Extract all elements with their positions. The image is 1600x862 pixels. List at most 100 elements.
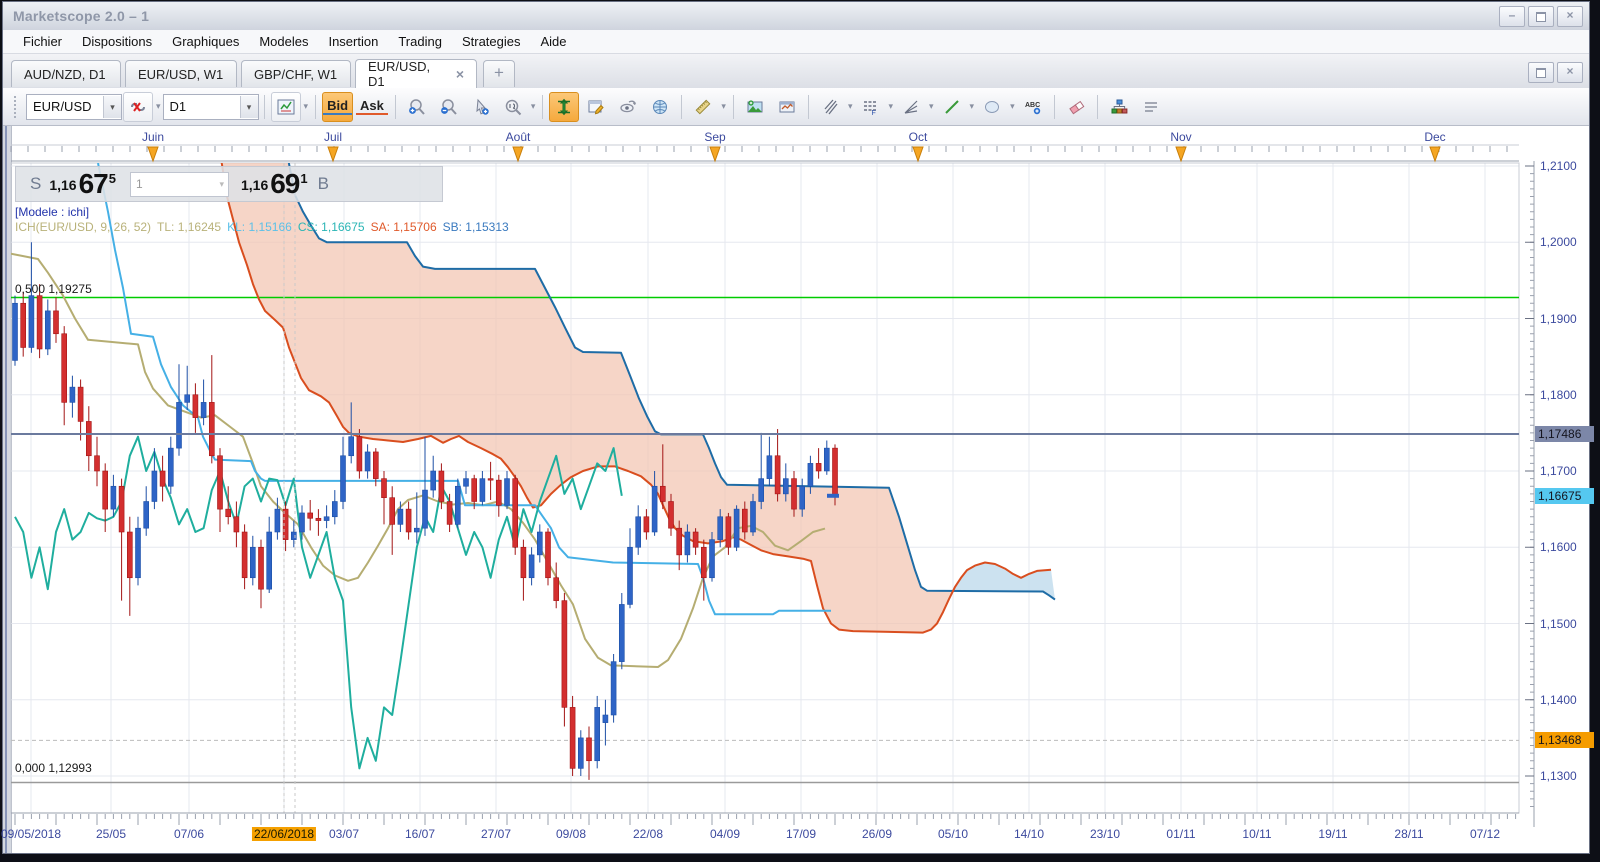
svg-text:F: F — [872, 110, 876, 116]
visibility-icon — [620, 100, 637, 112]
autoscale-icon — [558, 98, 571, 115]
restore-button[interactable] — [1528, 6, 1554, 27]
snapshot-button[interactable] — [772, 92, 802, 122]
ruler-icon — [695, 99, 711, 114]
edit-params-button[interactable] — [581, 92, 611, 122]
chart-type-caret-icon[interactable]: ▾ — [304, 101, 309, 112]
fibonacci-caret-icon[interactable]: ▾ — [888, 101, 893, 112]
restore-icon — [1536, 12, 1546, 22]
period-select[interactable]: D1 ▾ — [162, 93, 259, 120]
pitchfork-icon — [824, 99, 838, 114]
toolbar: EUR/USD ▾ ▾ D1 ▾ ▾ Bid Ask ▾ ▾ ▾ F ▾ ▾ ▾… — [3, 88, 1589, 126]
chart-region: S 1,16 67 5 1 ▾ 1,16 69 1 B [Modele : ic… — [1, 126, 1594, 853]
gann-caret-icon[interactable]: ▾ — [929, 101, 934, 112]
eraser-icon — [1068, 100, 1084, 114]
zoom-in-icon — [408, 98, 425, 115]
window-title: Marketscope 2.0 – 1 — [13, 8, 150, 24]
unlink-icon — [131, 101, 145, 112]
tab-eurusd-w1[interactable]: EUR/USD, W1 — [125, 60, 237, 87]
fibonacci-button[interactable]: F — [855, 92, 885, 122]
amount-input[interactable]: 1 ▾ — [129, 171, 229, 197]
edit-params-icon — [588, 100, 605, 114]
tab-eurusd-d1[interactable]: EUR/USD, D1 × — [355, 59, 477, 89]
menu-aide[interactable]: Aide — [531, 31, 577, 52]
trendline-caret-icon[interactable]: ▾ — [970, 101, 975, 112]
chart-restore-icon — [1536, 68, 1546, 78]
trendline-button[interactable] — [937, 92, 967, 122]
toolbar-grip[interactable] — [14, 95, 21, 118]
quote-panel[interactable]: S 1,16 67 5 1 ▾ 1,16 69 1 B — [15, 166, 443, 202]
visibility-button[interactable] — [613, 92, 643, 122]
ruler-button[interactable] — [688, 92, 718, 122]
menu-strategies[interactable]: Strategies — [452, 31, 531, 52]
autoscale-button[interactable] — [549, 91, 580, 122]
fibonacci-icon: F — [864, 100, 877, 116]
zoom-box-icon — [505, 99, 522, 115]
object-tree-icon — [1111, 99, 1127, 113]
gann-icon — [904, 100, 918, 114]
snapshot-icon — [779, 101, 795, 112]
sell-price-pip: 5 — [108, 170, 116, 186]
buy-label: B — [317, 174, 329, 193]
sell-price-main[interactable]: 67 — [79, 168, 109, 200]
eraser-button[interactable] — [1061, 92, 1091, 122]
buy-price-pip: 1 — [300, 170, 308, 186]
text-button[interactable]: ABC — [1018, 92, 1048, 122]
web-icon — [653, 99, 668, 114]
tab-audnzd-d1[interactable]: AUD/NZD, D1 — [11, 60, 121, 87]
zoom-in-button[interactable] — [402, 92, 432, 122]
chart-close-button[interactable]: × — [1557, 62, 1583, 83]
add-image-icon — [747, 99, 763, 112]
app-window: Marketscope 2.0 – 1 – × Fichier Disposit… — [1, 1, 1594, 854]
close-button[interactable]: × — [1557, 6, 1583, 27]
title-bar[interactable]: Marketscope 2.0 – 1 – × — [3, 2, 1589, 31]
ellipse-caret-icon[interactable]: ▾ — [1010, 101, 1015, 112]
chevron-down-icon[interactable]: ▾ — [219, 179, 228, 190]
unlink-caret-icon[interactable]: ▾ — [156, 101, 161, 112]
symbol-select[interactable]: EUR/USD ▾ — [26, 93, 122, 120]
chevron-down-icon[interactable]: ▾ — [103, 95, 121, 118]
trendline-icon — [944, 99, 959, 114]
tab-gbpchf-w1[interactable]: GBP/CHF, W1 — [241, 60, 351, 87]
pitchfork-button[interactable] — [815, 92, 845, 122]
new-tab-button[interactable]: + — [483, 60, 515, 87]
zoom-box-caret-icon[interactable]: ▾ — [531, 101, 536, 112]
bid-button[interactable]: Bid — [322, 91, 354, 122]
chart-type-icon — [277, 99, 295, 114]
cursor-add-icon — [476, 98, 489, 115]
layers-icon — [1144, 101, 1157, 112]
menu-dispositions[interactable]: Dispositions — [72, 31, 162, 52]
object-tree-button[interactable] — [1104, 92, 1134, 122]
chart-restore-button[interactable] — [1528, 62, 1554, 83]
add-image-button[interactable] — [740, 92, 770, 122]
sell-label: S — [30, 174, 42, 193]
chart-type-button[interactable] — [270, 91, 301, 122]
pitchfork-caret-icon[interactable]: ▾ — [848, 101, 853, 112]
gann-button[interactable] — [896, 92, 926, 122]
zoom-out-button[interactable] — [434, 92, 464, 122]
minimize-button[interactable]: – — [1499, 6, 1525, 27]
menu-fichier[interactable]: Fichier — [13, 31, 72, 52]
menu-insertion[interactable]: Insertion — [318, 31, 388, 52]
text-icon: ABC — [1025, 102, 1040, 114]
unlink-button[interactable] — [123, 91, 153, 122]
chart-plot[interactable] — [3, 126, 1589, 853]
cursor-add-button[interactable] — [466, 92, 496, 122]
layers-button[interactable] — [1136, 92, 1166, 122]
ask-button[interactable]: Ask — [355, 92, 389, 122]
tab-bar: AUD/NZD, D1 EUR/USD, W1 GBP/CHF, W1 EUR/… — [3, 54, 1589, 89]
menu-bar: Fichier Dispositions Graphiques Modeles … — [3, 30, 1589, 54]
zoom-box-button[interactable] — [498, 92, 528, 122]
ellipse-button[interactable] — [977, 92, 1007, 122]
ruler-caret-icon[interactable]: ▾ — [721, 101, 726, 112]
ellipse-icon — [985, 100, 1000, 113]
chevron-down-icon[interactable]: ▾ — [239, 95, 258, 118]
menu-trading[interactable]: Trading — [388, 31, 452, 52]
buy-price-main[interactable]: 69 — [270, 168, 300, 200]
zoom-out-icon — [440, 98, 457, 115]
menu-graphiques[interactable]: Graphiques — [162, 31, 249, 52]
sell-price-figure: 1,16 — [49, 177, 77, 193]
menu-modeles[interactable]: Modeles — [249, 31, 318, 52]
tab-close-icon[interactable]: × — [456, 66, 464, 82]
web-button[interactable] — [645, 92, 675, 122]
